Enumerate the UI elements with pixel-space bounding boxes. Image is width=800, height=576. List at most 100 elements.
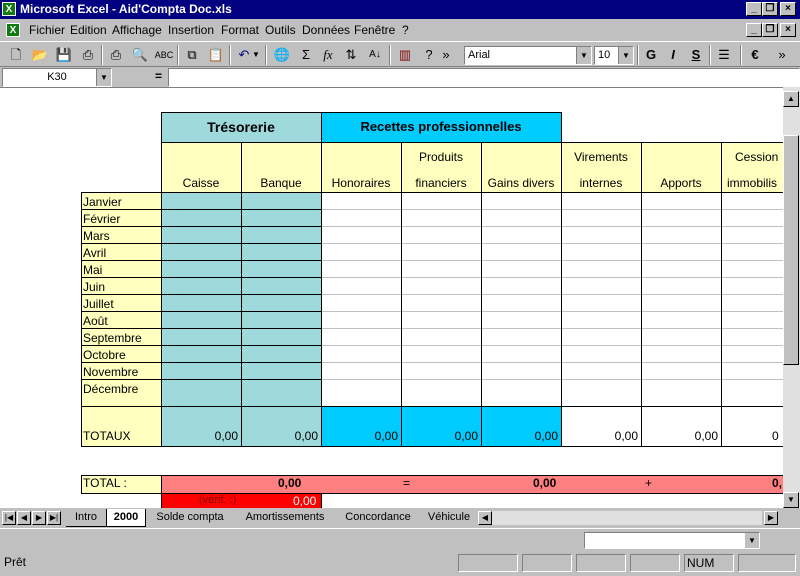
- open-folder-icon[interactable]: 📂: [30, 45, 50, 65]
- formula-input[interactable]: [168, 68, 800, 87]
- tab-vehicule[interactable]: Véhicule: [424, 509, 474, 526]
- month-label[interactable]: Janvier: [81, 194, 161, 210]
- total-row[interactable]: 0,00 = 0,00 + 0,: [161, 475, 783, 493]
- month-label[interactable]: Avril: [81, 245, 161, 261]
- italic-button[interactable]: I: [663, 45, 683, 65]
- totaux-honoraires[interactable]: 0,00: [321, 406, 401, 446]
- month-label[interactable]: Juillet: [81, 296, 161, 312]
- month-label[interactable]: Février: [81, 211, 161, 227]
- menu-edition[interactable]: Edition: [70, 23, 107, 37]
- menu-fenetre[interactable]: Fenêtre: [354, 23, 395, 37]
- help-icon[interactable]: ?: [419, 45, 439, 65]
- font-name-select[interactable]: Arial ▼: [464, 46, 592, 65]
- excel-icon[interactable]: X: [2, 2, 16, 16]
- autosum-icon[interactable]: Σ: [296, 45, 316, 65]
- prev-sheet-icon[interactable]: ◀: [17, 511, 31, 525]
- doc-restore-button[interactable]: ❐: [762, 23, 778, 37]
- tab-2000[interactable]: 2000: [106, 509, 146, 527]
- underline-button[interactable]: S: [686, 45, 706, 65]
- new-file-icon[interactable]: 🗋: [6, 45, 26, 65]
- next-sheet-icon[interactable]: ▶: [32, 511, 46, 525]
- name-box[interactable]: K30 ▼: [2, 68, 112, 87]
- menu-insertion[interactable]: Insertion: [168, 23, 214, 37]
- sort-icon[interactable]: ⇅: [341, 45, 361, 65]
- restore-button[interactable]: ❐: [762, 2, 778, 16]
- tab-amortissements[interactable]: Amortissements: [240, 509, 330, 526]
- col-header-apports[interactable]: Apports: [641, 142, 721, 192]
- font-size-select[interactable]: 10 ▼: [594, 46, 634, 65]
- totaux-caisse[interactable]: 0,00: [161, 406, 241, 446]
- month-label[interactable]: Mai: [81, 262, 161, 278]
- month-label[interactable]: Mars: [81, 228, 161, 244]
- menu-fichier[interactable]: Fichier: [29, 23, 65, 37]
- verif-row[interactable]: (vérif. :) 0,00: [161, 493, 321, 508]
- worksheet-grid[interactable]: Trésorerie Recettes professionnelles Cai…: [0, 87, 783, 508]
- hyperlink-icon[interactable]: 🌐: [272, 45, 292, 65]
- align-left-icon[interactable]: ☰: [714, 45, 734, 65]
- month-label[interactable]: Août: [81, 313, 161, 329]
- col-header-honoraires[interactable]: Honoraires: [321, 142, 401, 192]
- col-header-cession[interactable]: Cession immobilis: [721, 142, 783, 192]
- menu-help[interactable]: ?: [402, 23, 409, 37]
- chevron-down-icon[interactable]: ▼: [576, 47, 591, 64]
- chevron-down-icon[interactable]: ▼: [618, 47, 633, 64]
- totaux-gains[interactable]: 0,00: [481, 406, 561, 446]
- permission-icon[interactable]: ⎙: [78, 45, 98, 65]
- horizontal-scrollbar[interactable]: [492, 511, 762, 525]
- col-header-virements-internes[interactable]: Virements internes: [561, 142, 641, 192]
- tab-solde-compta[interactable]: Solde compta: [150, 509, 230, 526]
- menu-format[interactable]: Format: [221, 23, 259, 37]
- scroll-right-icon[interactable]: ▶: [764, 511, 778, 525]
- bottom-combo[interactable]: ▼: [584, 532, 760, 549]
- formula-equals-button[interactable]: =: [155, 69, 162, 83]
- function-icon[interactable]: fx: [318, 45, 338, 65]
- tab-intro[interactable]: Intro: [66, 509, 106, 527]
- tab-concordance[interactable]: Concordance: [340, 509, 416, 526]
- menu-donnees[interactable]: Données: [302, 23, 350, 37]
- copy-icon[interactable]: ⧉: [182, 45, 202, 65]
- vertical-scrollbar[interactable]: ▲ ▼: [783, 87, 800, 508]
- more-buttons-icon[interactable]: »: [776, 45, 788, 65]
- chart-wizard-icon[interactable]: ▥: [395, 45, 415, 65]
- print-icon[interactable]: ⎙: [106, 45, 126, 65]
- doc-minimize-button[interactable]: _: [746, 23, 762, 37]
- month-label[interactable]: Décembre: [81, 381, 161, 397]
- save-icon[interactable]: 💾: [54, 45, 74, 65]
- month-label[interactable]: Octobre: [81, 347, 161, 363]
- totaux-virements[interactable]: 0,00: [561, 406, 641, 446]
- last-sheet-icon[interactable]: ▶|: [47, 511, 61, 525]
- spelling-icon[interactable]: ABC: [154, 45, 174, 65]
- chevron-down-icon[interactable]: ▼: [745, 533, 759, 548]
- totaux-banque[interactable]: 0,00: [241, 406, 321, 446]
- scroll-down-icon[interactable]: ▼: [783, 492, 799, 508]
- undo-dropdown-icon[interactable]: ▼: [250, 45, 262, 65]
- more-buttons-icon[interactable]: »: [440, 45, 452, 65]
- paste-icon[interactable]: 📋: [206, 45, 226, 65]
- col-header-produits-financiers[interactable]: Produits financiers: [401, 142, 481, 192]
- scroll-up-icon[interactable]: ▲: [783, 91, 799, 107]
- month-label[interactable]: Juin: [81, 279, 161, 295]
- totaux-apports[interactable]: 0,00: [641, 406, 721, 446]
- tab-split-icon[interactable]: ◀: [478, 511, 492, 525]
- scroll-thumb[interactable]: [783, 135, 799, 365]
- sort-descending-icon[interactable]: A↓: [365, 45, 385, 65]
- doc-close-button[interactable]: ×: [780, 23, 796, 37]
- totaux-label-cell[interactable]: TOTAUX: [81, 406, 161, 446]
- bold-button[interactable]: G: [641, 45, 661, 65]
- first-sheet-icon[interactable]: |◀: [2, 511, 16, 525]
- minimize-button[interactable]: _: [746, 2, 762, 16]
- workbook-icon[interactable]: X: [6, 23, 20, 37]
- month-label[interactable]: Septembre: [81, 330, 161, 346]
- col-header-caisse[interactable]: Caisse: [161, 142, 241, 192]
- col-header-gains-divers[interactable]: Gains divers: [481, 142, 561, 192]
- totaux-cession[interactable]: 0: [721, 406, 783, 446]
- menu-affichage[interactable]: Affichage: [112, 23, 162, 37]
- total-label[interactable]: TOTAL :: [81, 475, 161, 493]
- chevron-down-icon[interactable]: ▼: [96, 69, 111, 86]
- month-label[interactable]: Novembre: [81, 364, 161, 380]
- recettes-header[interactable]: Recettes professionnelles: [321, 112, 561, 142]
- totaux-produits[interactable]: 0,00: [401, 406, 481, 446]
- tresorerie-header[interactable]: Trésorerie: [161, 112, 321, 142]
- col-header-banque[interactable]: Banque: [241, 142, 321, 192]
- print-preview-icon[interactable]: 🔍: [130, 45, 150, 65]
